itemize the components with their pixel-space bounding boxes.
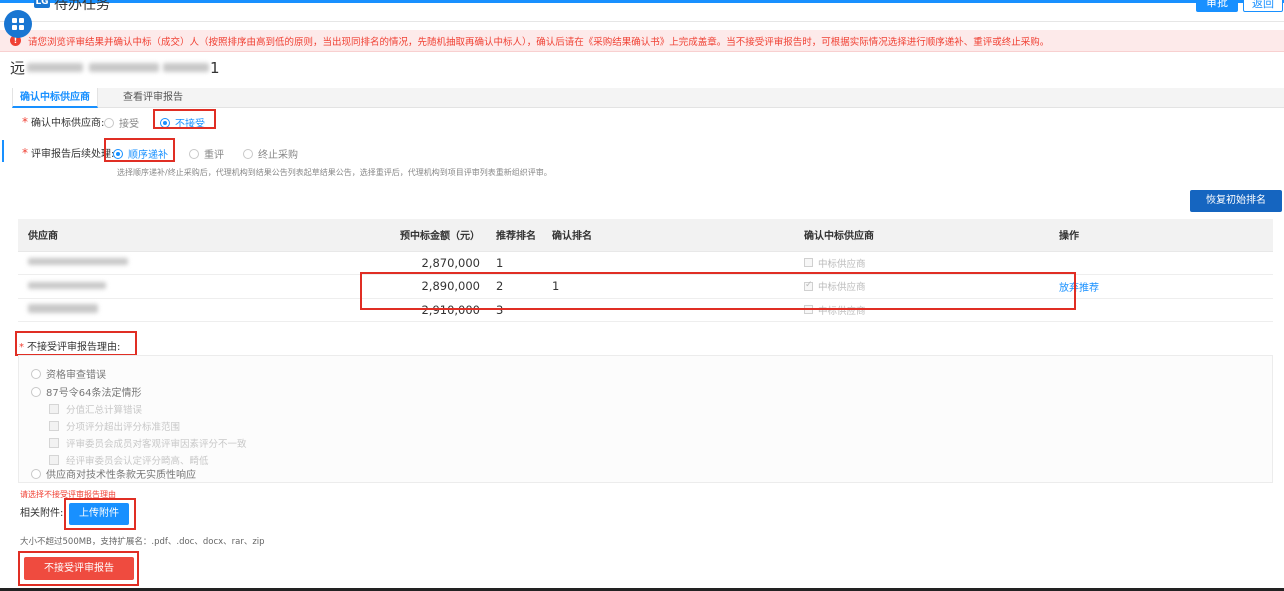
radio-accept[interactable]: 接受	[104, 115, 139, 130]
radio-circle	[31, 468, 41, 479]
reason-sub-out-of-range[interactable]: 分项评分超出评分标准范围	[49, 419, 180, 433]
attachment-label: 相关附件:	[20, 508, 64, 519]
checkbox	[49, 455, 59, 465]
follow-up-row: * 评审报告后续处理:	[22, 145, 115, 161]
table-row: 2,870,000 1 中标供应商	[18, 251, 1273, 275]
radio-accept-label: 接受	[119, 119, 139, 130]
highlight-box	[360, 272, 1076, 310]
reason-order87-art64[interactable]: 87号令64条法定情形	[31, 384, 141, 399]
tab-bar: 确认中标供应商 查看评审报告	[12, 88, 1284, 108]
reason-option-label: 资格审查错误	[46, 370, 106, 381]
highlight-box	[18, 551, 139, 586]
reason-panel: 资格审查错误 87号令64条法定情形 分值汇总计算错误 分项评分超出评分标准范围…	[18, 355, 1273, 483]
reason-option-label: 分项评分超出评分标准范围	[66, 422, 181, 433]
winner-checkbox-cell[interactable]: 中标供应商	[794, 251, 1049, 275]
back-button[interactable]: 返回	[1243, 0, 1283, 12]
follow-up-label: 评审报告后续处理:	[31, 149, 115, 160]
radio-re-evaluate[interactable]: 重评	[189, 146, 224, 161]
radio-re-evaluate-label: 重评	[204, 150, 224, 161]
required-mark: *	[22, 114, 28, 129]
tab-view-report[interactable]: 查看评审报告	[108, 88, 198, 108]
tab-confirm-supplier[interactable]: 确认中标供应商	[12, 88, 98, 108]
project-name: 远 1	[10, 57, 220, 78]
reason-sub-abnormal-score[interactable]: 经评审委员会认定评分畸高、畸低	[49, 453, 209, 467]
reason-no-substantive-response[interactable]: 供应商对技术性条款无实质性响应	[31, 466, 196, 481]
table-header-row: 供应商 预中标金额（元） 推荐排名 确认排名 确认中标供应商 操作	[18, 219, 1273, 252]
approve-button[interactable]: 审批	[1196, 0, 1238, 12]
rank-cell: 1	[486, 251, 542, 275]
radio-circle	[189, 148, 199, 159]
header-accent-line	[0, 0, 1284, 3]
radio-terminate-label: 终止采购	[258, 150, 298, 161]
action-cell	[1049, 298, 1273, 322]
logo: LG	[34, 0, 50, 8]
apps-grid-icon[interactable]	[4, 10, 32, 38]
reason-option-label: 供应商对技术性条款无实质性响应	[46, 470, 196, 481]
checkbox	[49, 438, 59, 448]
col-action: 操作	[1049, 219, 1273, 252]
page-title: 待办任务	[54, 0, 110, 13]
redacted-text	[89, 63, 160, 72]
redacted-text	[163, 63, 210, 72]
radio-circle	[31, 386, 41, 397]
checkbox-label: 中标供应商	[818, 258, 866, 270]
action-cell	[1049, 251, 1273, 275]
checkbox[interactable]	[804, 258, 813, 268]
top-header: LG 待办任务 审批 返回	[0, 0, 1284, 22]
col-confirm-supplier: 确认中标供应商	[794, 219, 1049, 252]
col-amount: 预中标金额（元）	[255, 219, 486, 252]
checkbox	[49, 421, 59, 431]
radio-circle	[31, 368, 41, 379]
reason-sub-inconsistent[interactable]: 评审委员会成员对客观评审因素评分不一致	[49, 436, 247, 450]
highlight-box	[153, 109, 216, 129]
notice-text: 请您浏览评审结果并确认中标（成交）人（按照排序由高到低的原则，当出现同排名的情况…	[28, 36, 1050, 48]
reason-sub-sum-error[interactable]: 分值汇总计算错误	[49, 402, 142, 416]
reason-option-label: 分值汇总计算错误	[66, 405, 143, 416]
redacted-text	[27, 63, 84, 72]
reason-option-label: 87号令64条法定情形	[46, 388, 142, 399]
col-confirm-rank: 确认排名	[542, 219, 794, 252]
checkbox	[49, 404, 59, 414]
restore-ranking-button[interactable]: 恢复初始排名	[1190, 190, 1282, 212]
supplier-name-redacted	[18, 274, 255, 299]
notice-bar: ! 请您浏览评审结果并确认中标（成交）人（按照排序由高到低的原则，当出现同排名的…	[0, 30, 1284, 52]
reason-qualification-error[interactable]: 资格审查错误	[31, 366, 106, 381]
follow-up-hint: 选择顺序递补/终止采购后，代理机构到结果公告列表起草结果公告，选择重评后，代理机…	[117, 168, 552, 177]
reason-option-label: 经评审委员会认定评分畸高、畸低	[66, 456, 209, 467]
project-name-suffix: 1	[210, 58, 220, 77]
highlight-box	[15, 331, 137, 356]
confirm-supplier-row: * 确认中标供应商:	[22, 114, 105, 130]
supplier-name-redacted	[18, 251, 255, 275]
action-cell: 放弃推荐	[1049, 274, 1273, 299]
confirm-supplier-label: 确认中标供应商:	[31, 118, 105, 129]
highlight-box	[104, 138, 175, 162]
left-edge-marker	[2, 140, 4, 162]
col-supplier: 供应商	[18, 219, 255, 252]
attachment-hint: 大小不超过500MB，支持扩展名：.pdf、.doc、docx、rar、zip	[20, 537, 265, 547]
confirm-rank-cell	[542, 251, 794, 275]
required-mark: *	[22, 145, 28, 160]
radio-circle	[104, 117, 114, 128]
amount-cell: 2,870,000	[255, 251, 486, 275]
highlight-box	[64, 498, 136, 530]
col-rank: 推荐排名	[486, 219, 542, 252]
radio-terminate[interactable]: 终止采购	[243, 146, 298, 161]
supplier-name-redacted	[18, 298, 255, 322]
reason-option-label: 评审委员会成员对客观评审因素评分不一致	[66, 439, 247, 450]
radio-circle	[243, 148, 253, 159]
project-name-prefix: 远	[10, 59, 26, 77]
